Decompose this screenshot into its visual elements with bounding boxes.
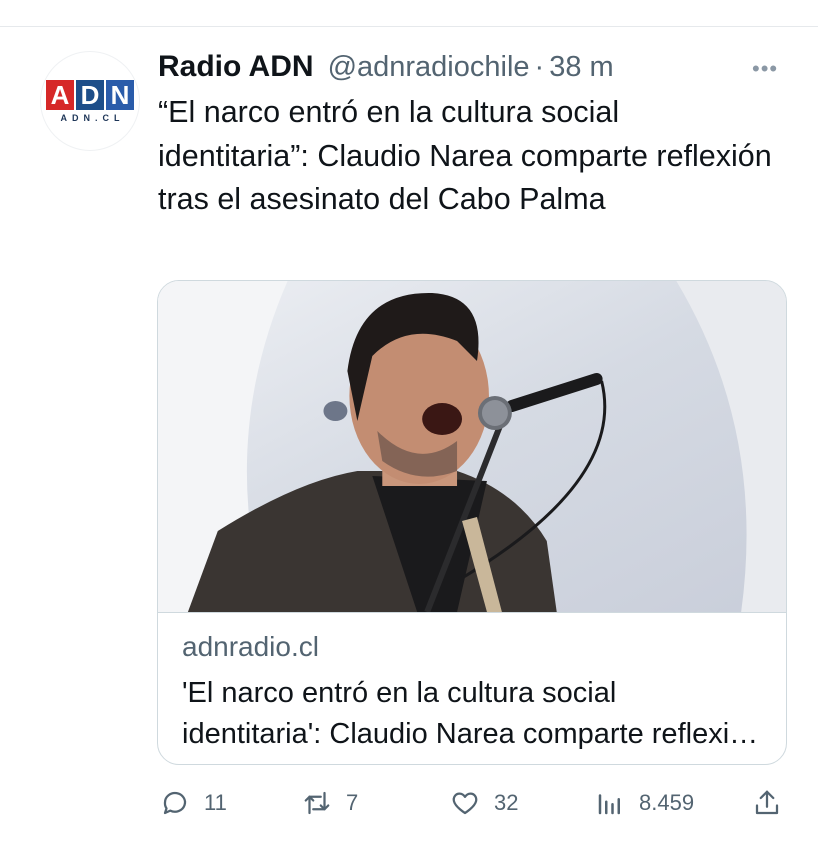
top-divider: [0, 26, 818, 27]
card-image: [158, 281, 786, 612]
author-name[interactable]: Radio ADN: [158, 50, 314, 84]
link-card[interactable]: adnradio.cl 'El narco entró en la cultur…: [157, 280, 787, 765]
more-options-button[interactable]: •••: [752, 56, 778, 82]
logo-letter-a: A: [46, 79, 74, 110]
views-icon: [598, 794, 620, 815]
like-count: 32: [494, 790, 519, 815]
reply-count: 11: [204, 790, 227, 815]
like-button[interactable]: 32: [450, 783, 518, 823]
card-domain: adnradio.cl: [182, 631, 319, 662]
author-handle[interactable]: @adnradiochile: [328, 51, 530, 84]
adn-logo: A D N: [46, 79, 134, 110]
separator-dot: ·: [534, 50, 545, 83]
logo-letter-n: N: [106, 79, 134, 110]
views-button[interactable]: 8.459: [595, 783, 694, 823]
tweet-actions: 11 7 32 8.459: [0, 783, 818, 823]
tweet-text: “El narco entró en la cultura social ide…: [158, 95, 772, 216]
reply-icon: [163, 791, 187, 815]
share-button[interactable]: [752, 783, 782, 823]
logo-letter-d: D: [76, 79, 104, 110]
logo-subtext: ADN.CL: [60, 112, 125, 123]
views-count: 8.459: [639, 790, 695, 815]
card-divider: [158, 612, 786, 613]
card-title: 'El narco entró en la cultura social ide…: [182, 677, 762, 750]
retweet-button[interactable]: 7: [302, 783, 358, 823]
retweet-count: 7: [346, 790, 359, 815]
share-icon: [755, 790, 779, 815]
heart-icon: [452, 792, 478, 815]
retweet-icon: [304, 791, 330, 815]
avatar[interactable]: A D N ADN.CL: [40, 51, 140, 151]
tweet-time[interactable]: 38 m: [549, 51, 613, 84]
tweet-header: Radio ADN @adnradiochile · 38 m: [158, 47, 614, 87]
reply-button[interactable]: 11: [160, 783, 227, 823]
